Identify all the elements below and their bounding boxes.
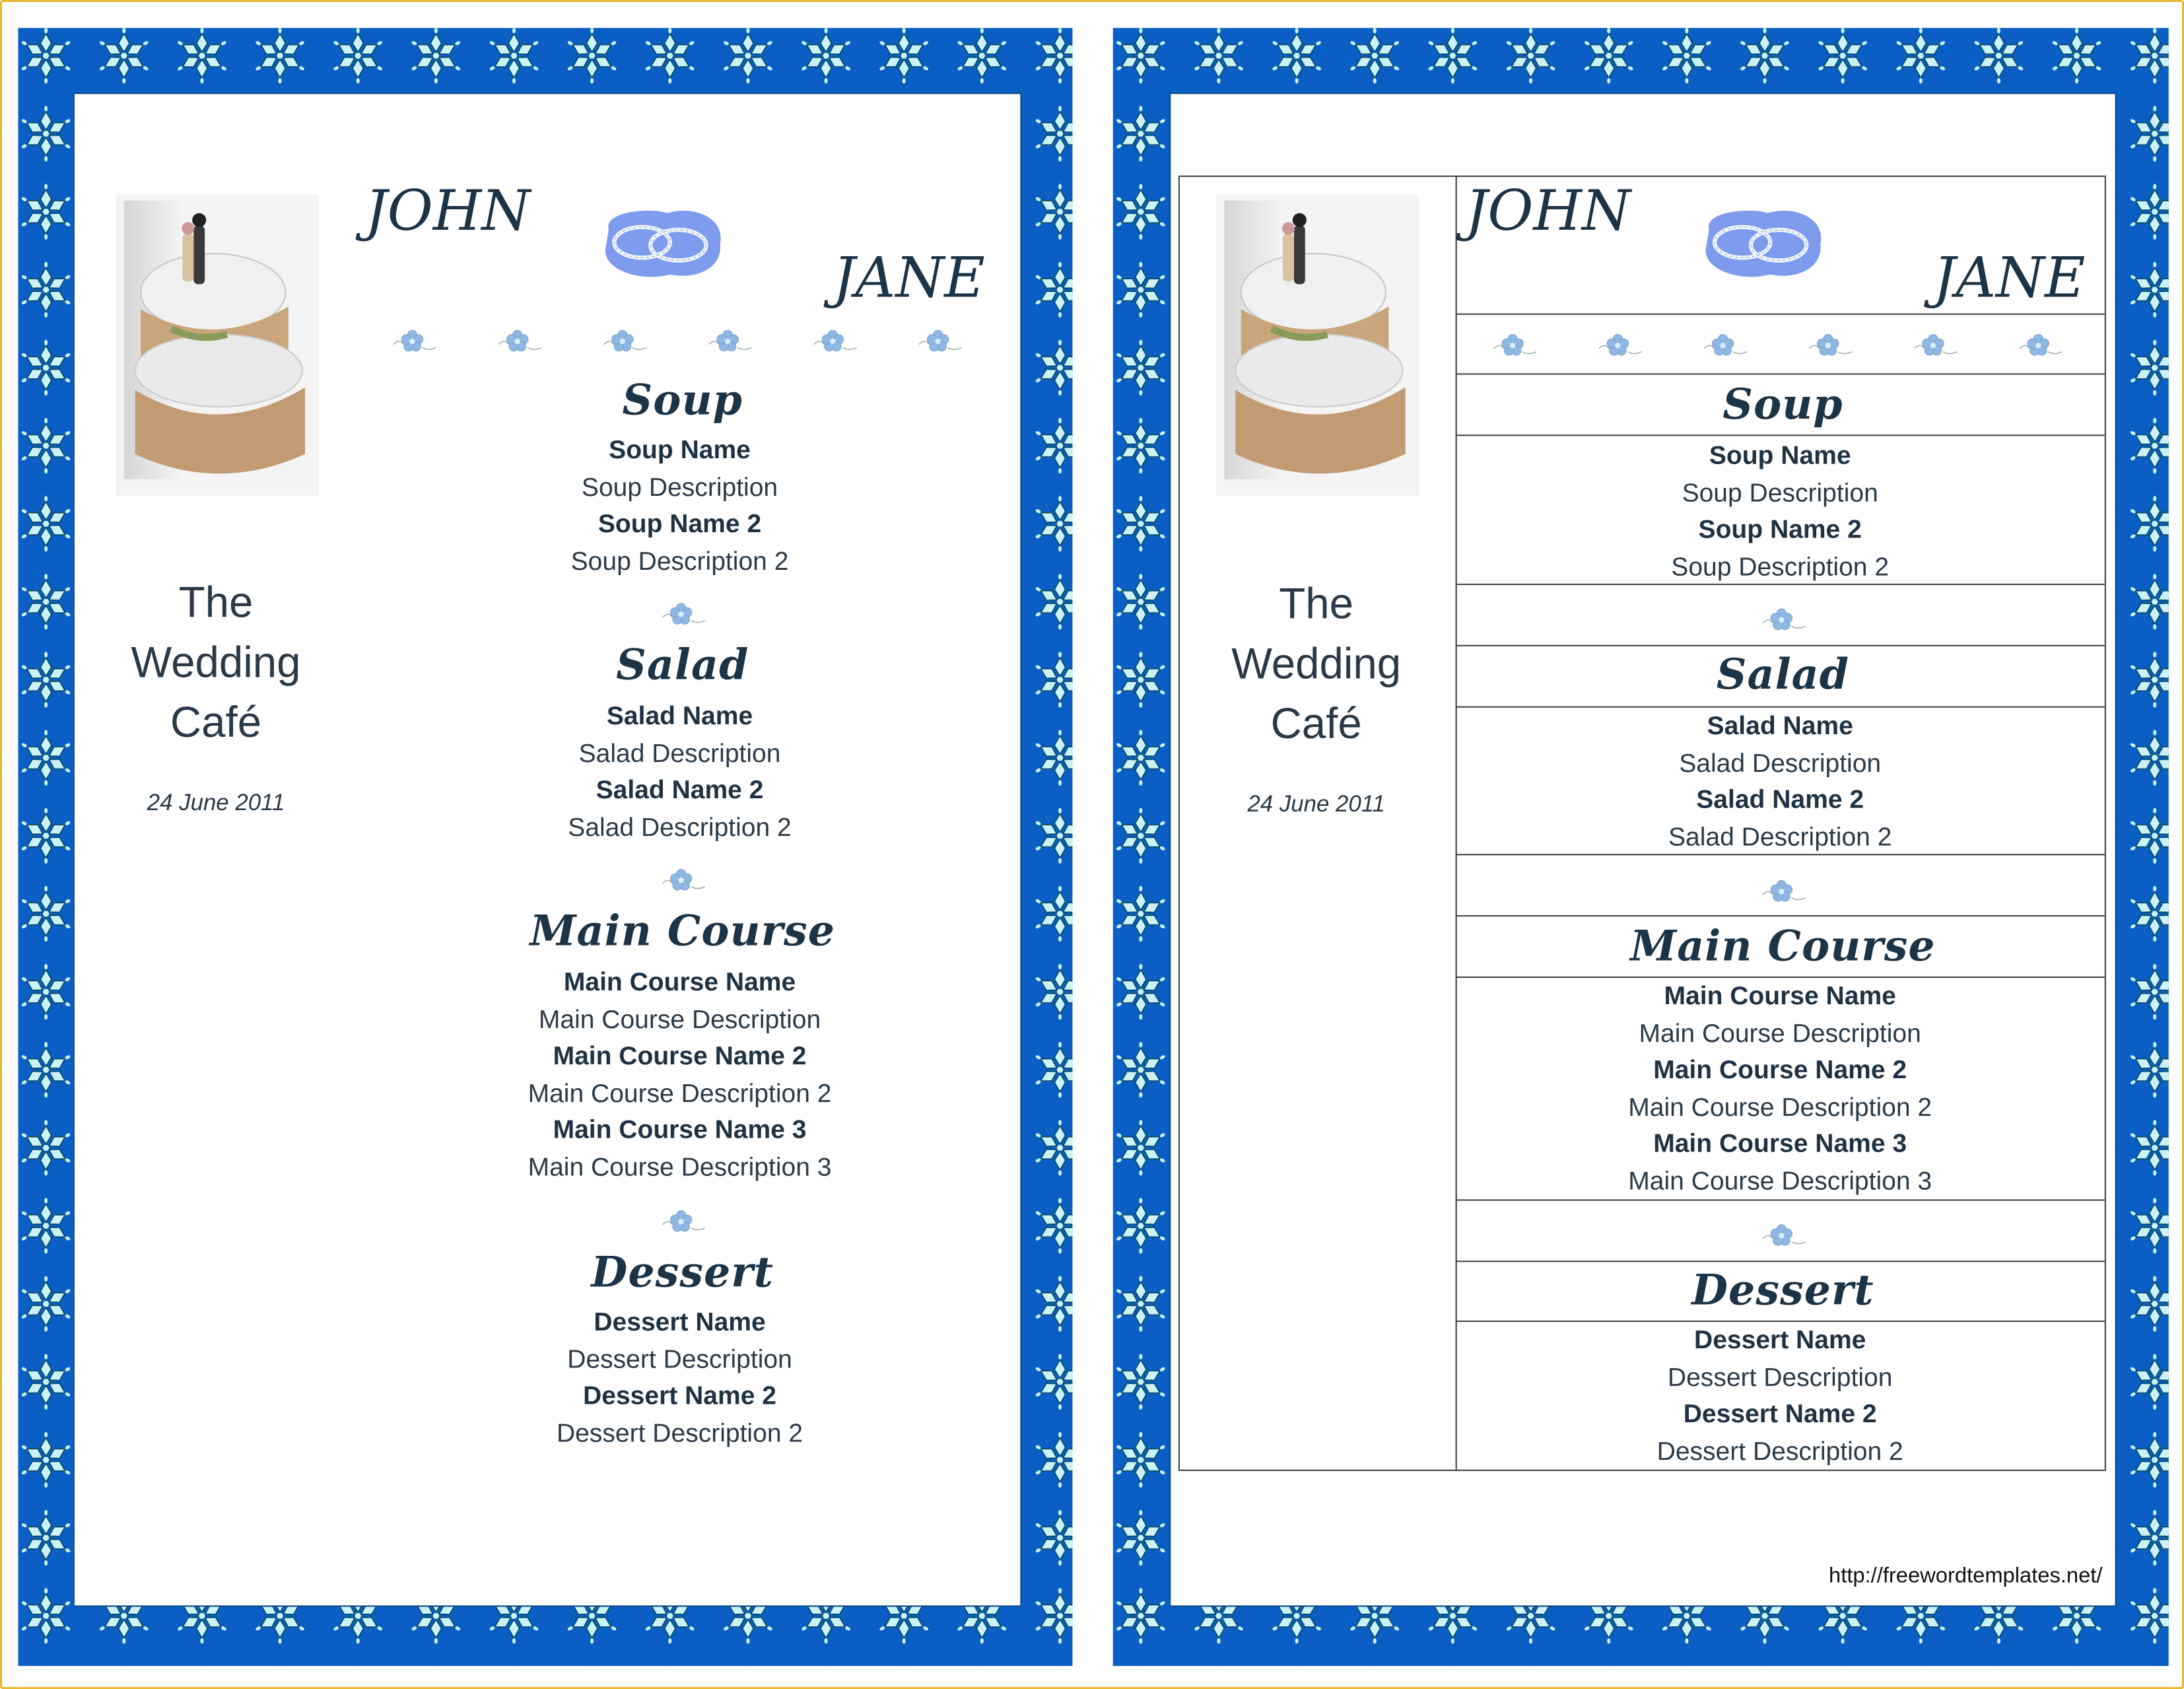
dish-description: Main Course Description 2 bbox=[528, 1077, 832, 1107]
table-row-divider bbox=[1455, 1199, 2105, 1201]
section-title-salad: Salad bbox=[616, 641, 749, 691]
forget-me-not-flower-icon bbox=[1726, 603, 1837, 637]
menu-spread: The Wedding Café 24 June 2011 JOHN JANE Soup S… bbox=[0, 0, 2184, 1688]
section-title-main-course: Main Course bbox=[529, 907, 836, 957]
wedding-rings-icon bbox=[1698, 205, 1826, 283]
dish-name: Soup Name bbox=[1709, 440, 1851, 469]
dish-description: Soup Description bbox=[581, 471, 778, 501]
wedding-rings-icon bbox=[597, 205, 726, 283]
dish-description: Dessert Description 2 bbox=[1656, 1435, 1903, 1465]
dish-name: Main Course Name 2 bbox=[1653, 1054, 1907, 1084]
dish-name: Salad Name 2 bbox=[596, 774, 764, 804]
dish-description: Main Course Description 3 bbox=[528, 1151, 832, 1181]
dish-description: Soup Description 2 bbox=[570, 545, 789, 575]
flower-divider-row bbox=[1479, 329, 2092, 362]
flower-divider-row bbox=[379, 325, 992, 359]
dish-description: Main Course Description bbox=[1639, 1017, 1921, 1047]
wedding-cake-image bbox=[1215, 195, 1419, 497]
table-row-divider bbox=[1455, 976, 2105, 979]
wedding-cake-image bbox=[116, 195, 320, 497]
table-row-divider bbox=[1455, 373, 2105, 375]
groom-name: JOHN bbox=[1465, 180, 1631, 244]
section-title-dessert: Dessert bbox=[1691, 1266, 1874, 1316]
dish-description: Soup Description 2 bbox=[1671, 551, 1890, 580]
venue-line-the: The bbox=[178, 578, 254, 627]
section-title-soup: Soup bbox=[1723, 381, 1843, 430]
dish-description: Main Course Description 2 bbox=[1628, 1091, 1932, 1121]
dish-description: Salad Description 2 bbox=[568, 811, 792, 841]
dish-name: Soup Name 2 bbox=[1698, 514, 1862, 543]
forget-me-not-flower-icon bbox=[1726, 875, 1837, 909]
dish-description: Salad Description bbox=[1679, 747, 1882, 777]
table-row-divider bbox=[1455, 313, 2105, 315]
table-row-divider bbox=[1455, 583, 2105, 586]
dish-description: Salad Description 2 bbox=[1668, 821, 1892, 850]
table-row-divider bbox=[1455, 706, 2105, 708]
forget-me-not-flower-icon bbox=[625, 598, 737, 631]
dish-description: Salad Description bbox=[578, 738, 781, 767]
table-row-divider bbox=[1455, 434, 2105, 436]
dish-description: Dessert Description 2 bbox=[556, 1417, 803, 1447]
venue-line-wedding: Wedding bbox=[1231, 639, 1402, 689]
forget-me-not-flower-icon bbox=[625, 864, 737, 897]
dish-name: Salad Name bbox=[606, 701, 753, 730]
dish-name: Dessert Name 2 bbox=[583, 1380, 776, 1410]
section-title-dessert: Dessert bbox=[591, 1249, 774, 1298]
dish-description: Main Course Description bbox=[538, 1004, 821, 1033]
event-date: 24 June 2011 bbox=[1247, 792, 1385, 817]
section-title-salad: Salad bbox=[1716, 651, 1850, 701]
bride-name: JANE bbox=[833, 246, 985, 311]
dish-name: Salad Name bbox=[1707, 710, 1853, 740]
dish-name: Main Course Name 3 bbox=[1653, 1128, 1907, 1158]
table-row-divider bbox=[1455, 644, 2105, 646]
table-row-divider bbox=[1455, 1320, 2105, 1323]
dish-description: Dessert Description bbox=[1667, 1362, 1893, 1391]
forget-me-not-flower-icon bbox=[625, 1205, 737, 1239]
table-row-divider bbox=[1455, 1260, 2105, 1262]
dish-name: Soup Name bbox=[609, 434, 751, 464]
footer-url: http://freewordtemplates.net/ bbox=[1829, 1564, 2103, 1589]
event-date: 24 June 2011 bbox=[147, 790, 285, 816]
dish-name: Main Course Name bbox=[563, 967, 796, 996]
dish-description: Dessert Description bbox=[567, 1343, 792, 1373]
dish-name: Main Course Name 3 bbox=[553, 1114, 807, 1144]
dish-name: Main Course Name bbox=[1664, 981, 1896, 1010]
dish-description: Soup Description bbox=[1682, 477, 1878, 506]
section-title-main-course: Main Course bbox=[1630, 922, 1936, 972]
dish-name: Main Course Name 2 bbox=[553, 1040, 807, 1070]
venue-line-wedding: Wedding bbox=[131, 638, 301, 687]
table-row-divider bbox=[1455, 854, 2105, 856]
table-row-divider bbox=[1455, 915, 2105, 917]
venue-line-cafe: Café bbox=[170, 697, 262, 747]
dish-name: Dessert Name 2 bbox=[1683, 1398, 1877, 1428]
section-title-soup: Soup bbox=[622, 376, 743, 426]
bride-name: JANE bbox=[1933, 246, 2086, 311]
venue-line-the: The bbox=[1279, 579, 1354, 629]
groom-name: JOHN bbox=[364, 180, 531, 244]
dish-description: Main Course Description 3 bbox=[1628, 1165, 1932, 1195]
table-column-divider bbox=[1455, 175, 1457, 1471]
dish-name: Dessert Name bbox=[594, 1306, 766, 1336]
dish-name: Dessert Name bbox=[1694, 1325, 1866, 1354]
venue-line-cafe: Café bbox=[1270, 699, 1362, 748]
dish-name: Soup Name 2 bbox=[597, 508, 762, 538]
dish-name: Salad Name 2 bbox=[1696, 784, 1864, 814]
forget-me-not-flower-icon bbox=[1726, 1219, 1837, 1253]
